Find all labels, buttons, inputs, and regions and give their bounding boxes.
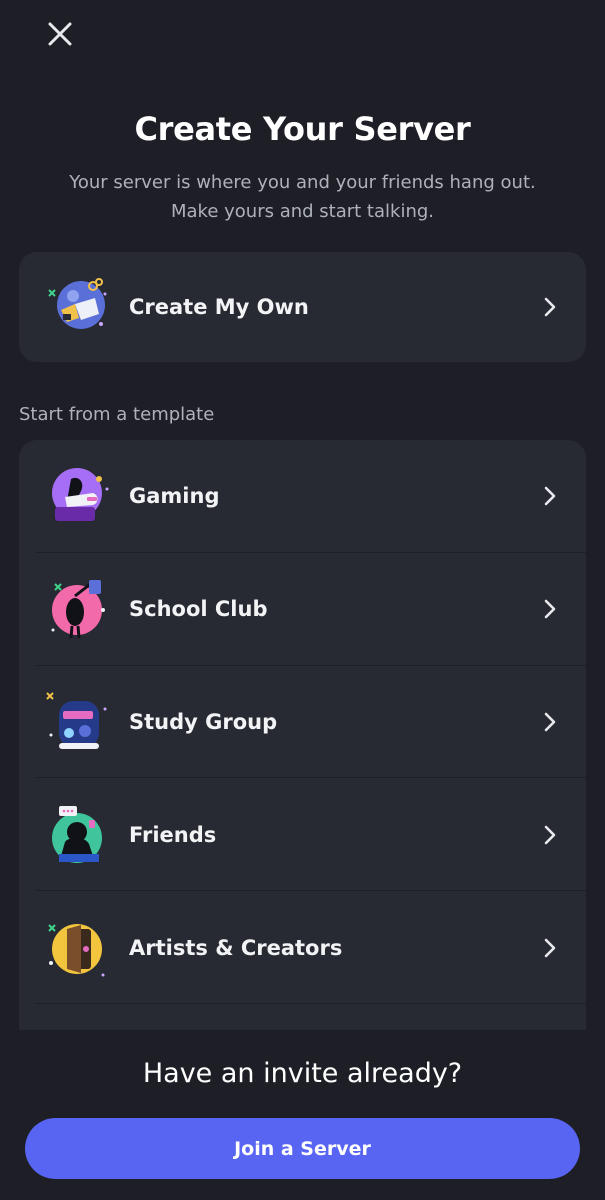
gaming-illustration-icon: [52, 468, 109, 522]
template-item-label: School Club: [129, 597, 268, 622]
close-icon: [48, 22, 72, 46]
template-item-partial: [19, 1004, 586, 1030]
template-item-artists-creators[interactable]: Artists & Creators: [19, 891, 586, 1004]
chevron-right-icon: [544, 487, 556, 506]
template-item-label: Gaming: [129, 484, 220, 509]
page-subtitle: Your server is where you and your friend…: [40, 168, 565, 226]
subtitle-line-1: Your server is where you and your friend…: [69, 172, 536, 193]
template-item-friends[interactable]: Friends: [19, 778, 586, 892]
chevron-right-icon: [544, 297, 556, 317]
template-item-label: Friends: [129, 822, 217, 847]
chevron-right-icon: [544, 825, 556, 845]
school-club-illustration-icon: [51, 580, 105, 639]
chevron-right-icon: [544, 599, 556, 619]
create-my-own-label: Create My Own: [129, 295, 309, 319]
subtitle-line-2: Make yours and start talking.: [170, 201, 434, 222]
friends-illustration-icon: [52, 805, 102, 863]
create-own-illustration-icon: [48, 278, 107, 329]
join-server-button[interactable]: Join a Server: [25, 1118, 580, 1179]
template-item-gaming[interactable]: Gaming: [19, 440, 586, 553]
template-section-label: Start from a template: [19, 404, 215, 425]
template-item-study-group[interactable]: Study Group: [19, 666, 586, 779]
close-button[interactable]: [40, 14, 80, 54]
template-item-label: Artists & Creators: [129, 935, 343, 960]
template-item-label: Study Group: [129, 709, 278, 734]
page-title: Create Your Server: [134, 110, 471, 148]
template-item-school-club[interactable]: School Club: [19, 553, 586, 666]
chevron-right-icon: [544, 938, 556, 957]
create-my-own-button[interactable]: Create My Own: [19, 252, 586, 362]
invite-title: Have an invite already?: [142, 1058, 463, 1089]
study-group-illustration-icon: [46, 692, 107, 749]
template-list: Gaming School Club Study Group Friends A…: [19, 440, 586, 1030]
chevron-right-icon: [544, 712, 556, 732]
artists-creators-illustration-icon: [48, 923, 105, 977]
